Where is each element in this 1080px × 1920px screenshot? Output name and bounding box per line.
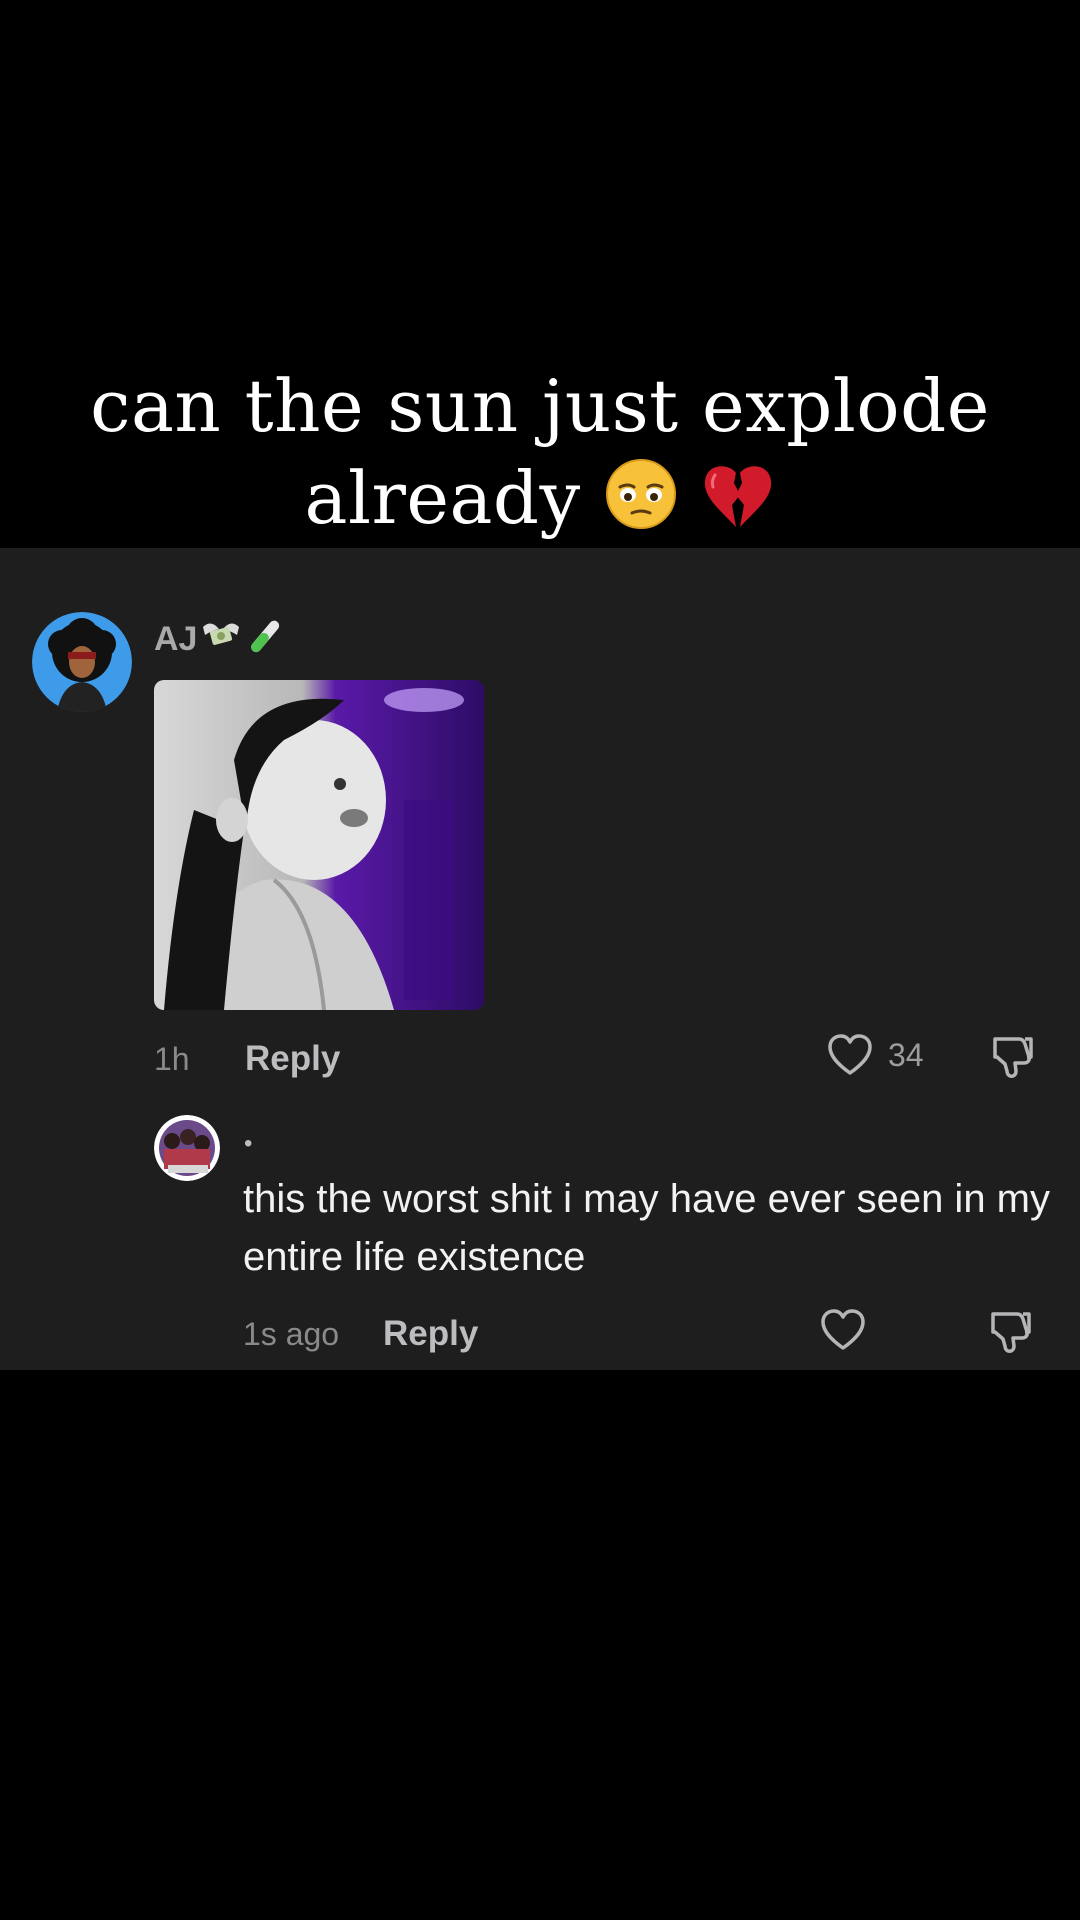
- thumbs-down-icon: [991, 1312, 1031, 1353]
- reply-dislike-button[interactable]: [985, 1308, 1033, 1356]
- pensive-face-icon: [604, 457, 678, 552]
- reply-reply-button[interactable]: Reply: [383, 1314, 478, 1354]
- like-button[interactable]: 34: [826, 1033, 924, 1077]
- reply-button[interactable]: Reply: [245, 1039, 340, 1079]
- username-text: AJ: [154, 620, 198, 658]
- reply-username[interactable]: •: [244, 1130, 252, 1158]
- caption-line-2: already: [0, 452, 1080, 552]
- comment-timestamp: 1h: [154, 1041, 190, 1077]
- like-count: 34: [888, 1036, 924, 1073]
- test-tube-icon: [245, 615, 285, 664]
- comment-username[interactable]: AJ: [154, 615, 285, 664]
- reply-actions: 1s ago Reply: [243, 1308, 1043, 1358]
- caption-line-2-text: already: [304, 456, 581, 540]
- reply-avatar[interactable]: [154, 1115, 220, 1181]
- caption-line-1: can the sun just explode: [90, 364, 990, 448]
- comment-media-image[interactable]: [154, 680, 484, 1010]
- broken-heart-icon: [701, 460, 775, 552]
- dislike-button[interactable]: [987, 1033, 1035, 1081]
- money-with-wings-icon: [201, 617, 241, 662]
- avatar[interactable]: [32, 612, 132, 712]
- comment-actions: 1h Reply 34: [154, 1033, 1034, 1083]
- reply-like-button[interactable]: [819, 1308, 867, 1352]
- video-caption: can the sun just explode already: [0, 360, 1080, 552]
- reply-text: this the worst shit i may have ever seen…: [243, 1177, 1050, 1279]
- reply-timestamp: 1s ago: [243, 1316, 340, 1352]
- thumbs-down-icon: [993, 1037, 1033, 1078]
- heart-icon: [819, 1308, 867, 1352]
- heart-icon: [826, 1033, 874, 1077]
